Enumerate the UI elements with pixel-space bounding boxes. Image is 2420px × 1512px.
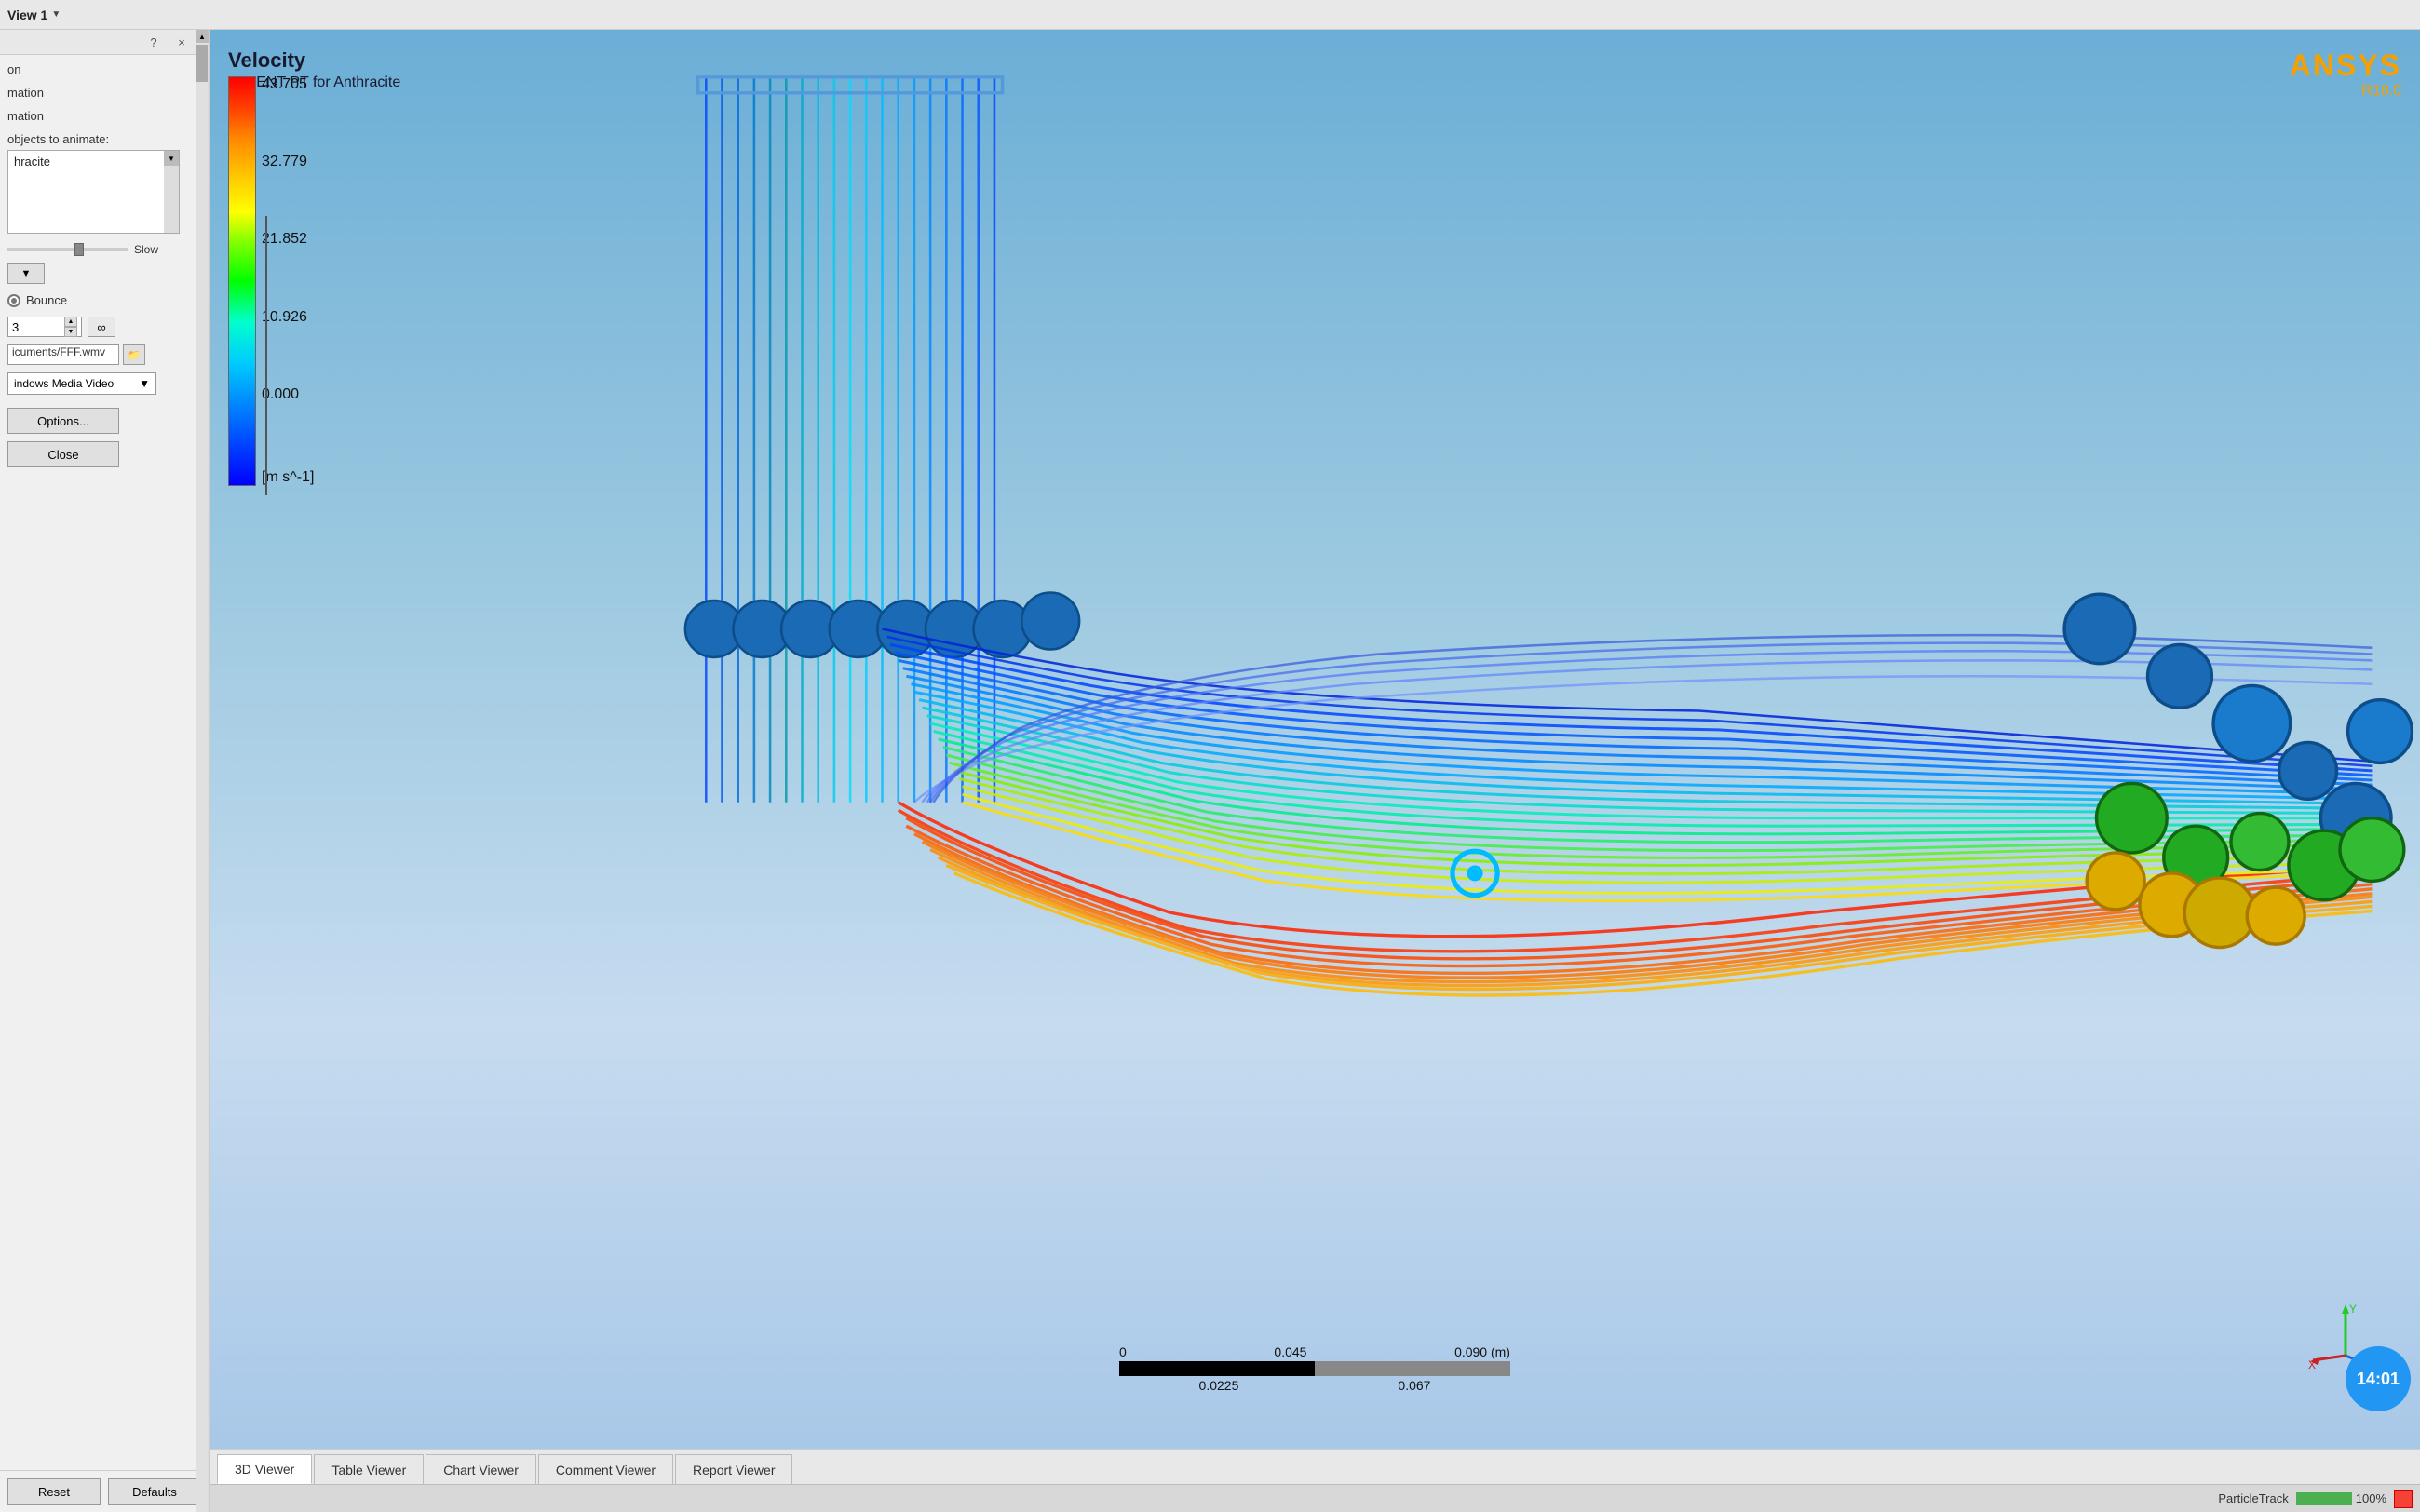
objects-label: objects to animate:: [7, 132, 190, 146]
tab-chart-viewer[interactable]: Chart Viewer: [426, 1454, 536, 1484]
objects-listbox-item[interactable]: hracite: [10, 153, 177, 170]
section-mation2-label: mation: [7, 109, 190, 123]
panel-scrollbar[interactable]: ▲: [196, 30, 209, 1512]
scale-bottom-0: 0.0225: [1199, 1378, 1239, 1393]
scale-bar-graphic: [1119, 1361, 1510, 1376]
tab-comment-viewer[interactable]: Comment Viewer: [538, 1454, 673, 1484]
y-axis-label: Y: [2349, 1303, 2357, 1316]
defaults-button[interactable]: Defaults: [108, 1478, 201, 1505]
playback-dropdown-row: ▼: [7, 263, 190, 284]
bottom-buttons: Reset Defaults: [0, 1470, 209, 1512]
spinbox-value: 3: [12, 320, 19, 334]
status-item-label: ParticleTrack: [2218, 1492, 2288, 1505]
section-mation2: mation: [7, 109, 190, 123]
file-browse-button[interactable]: 📁: [123, 344, 145, 365]
bounce-label: Bounce: [26, 293, 67, 307]
top-bar: View 1 ▼: [0, 0, 2420, 30]
listbox-scroll-down[interactable]: ▼: [164, 151, 179, 166]
speed-slider-row: Slow: [7, 243, 190, 256]
speed-slider-track[interactable]: [7, 248, 128, 251]
section-on: on: [7, 62, 190, 76]
status-bar-fill: [2296, 1492, 2352, 1505]
slow-label: Slow: [134, 243, 158, 256]
playback-dropdown[interactable]: ▼: [7, 263, 45, 284]
viewport-3d[interactable]: Velocity FLUENT PT for Anthracite ANSYS …: [210, 30, 2420, 1449]
scale-bar: 0 0.045 0.090 (m) 0.0225 0.067: [1119, 1344, 1510, 1393]
objects-section: objects to animate: hracite ▼: [7, 132, 190, 234]
repeat-spinbox-row: 3 ▲ ▼ ∞: [7, 317, 190, 337]
scale-top-0: 0: [1119, 1344, 1127, 1359]
scrollbar-thumb[interactable]: [196, 45, 208, 82]
format-row: indows Media Video ▼: [7, 372, 190, 395]
listbox-scrollbar[interactable]: ▼: [164, 151, 179, 233]
section-mation1: mation: [7, 86, 190, 100]
spinbox-down[interactable]: ▼: [64, 327, 77, 337]
tab-3d-viewer[interactable]: 3D Viewer: [217, 1454, 312, 1484]
close-dialog-button[interactable]: Close: [7, 441, 119, 467]
format-dropdown[interactable]: indows Media Video ▼: [7, 372, 156, 395]
scale-bar-top-labels: 0 0.045 0.090 (m): [1119, 1344, 1510, 1359]
options-button[interactable]: Options...: [7, 408, 119, 434]
status-bar: ParticleTrack 100%: [210, 1484, 2420, 1512]
tab-report-viewer[interactable]: Report Viewer: [675, 1454, 792, 1484]
scale-top-1: 0.045: [1274, 1344, 1306, 1359]
section-on-label: on: [7, 62, 190, 76]
view-label[interactable]: View 1: [7, 7, 47, 22]
scale-bottom-1: 0.067: [1398, 1378, 1430, 1393]
scrollbar-up-arrow[interactable]: ▲: [196, 30, 209, 43]
timer-badge: 14:01: [2346, 1346, 2411, 1411]
file-path-value: icuments/FFF.wmv: [12, 345, 105, 358]
view-dropdown-arrow[interactable]: ▼: [51, 9, 61, 20]
main-area: ? × ▲ on mation mation objects to a: [0, 30, 2420, 1512]
scale-top-2: 0.090 (m): [1454, 1344, 1510, 1359]
reset-button[interactable]: Reset: [7, 1478, 101, 1505]
viewport-area: Velocity FLUENT PT for Anthracite ANSYS …: [210, 30, 2420, 1512]
x-axis-label: X: [2308, 1358, 2316, 1371]
bounce-radio-inner: [11, 298, 17, 304]
bounce-radio[interactable]: [7, 294, 20, 307]
scale-bar-bottom-labels: 0.0225 0.067: [1119, 1378, 1510, 1393]
status-stop-button[interactable]: [2394, 1490, 2413, 1508]
panel-close-button[interactable]: ×: [173, 34, 190, 50]
spinbox-up[interactable]: ▲: [64, 317, 77, 327]
help-button[interactable]: ?: [145, 34, 162, 50]
objects-listbox[interactable]: hracite ▼: [7, 150, 180, 234]
bounce-radio-row: Bounce: [7, 293, 190, 307]
left-panel: ? × ▲ on mation mation objects to a: [0, 30, 210, 1512]
tab-table-viewer[interactable]: Table Viewer: [314, 1454, 424, 1484]
spinbox-arrows[interactable]: ▲ ▼: [64, 317, 77, 337]
tab-bar: 3D Viewer Table Viewer Chart Viewer Comm…: [210, 1449, 2420, 1484]
speed-slider-thumb[interactable]: [74, 243, 84, 256]
infinity-button[interactable]: ∞: [88, 317, 115, 337]
repeat-spinbox[interactable]: 3 ▲ ▼: [7, 317, 82, 337]
format-dropdown-arrow: ▼: [139, 377, 150, 390]
panel-content: on mation mation objects to animate: hra…: [0, 55, 209, 1470]
scrollbar-track[interactable]: [196, 43, 208, 1512]
section-mation1-label: mation: [7, 86, 190, 100]
file-row: icuments/FFF.wmv 📁: [7, 344, 190, 365]
visualization-svg: [210, 30, 2420, 1449]
panel-title-bar: ? ×: [0, 30, 209, 55]
file-path-input[interactable]: icuments/FFF.wmv: [7, 344, 119, 365]
timer-display: 14:01: [2357, 1370, 2400, 1389]
status-progress: 100%: [2296, 1492, 2386, 1505]
status-percent: 100%: [2356, 1492, 2386, 1505]
format-label: indows Media Video: [14, 377, 114, 390]
